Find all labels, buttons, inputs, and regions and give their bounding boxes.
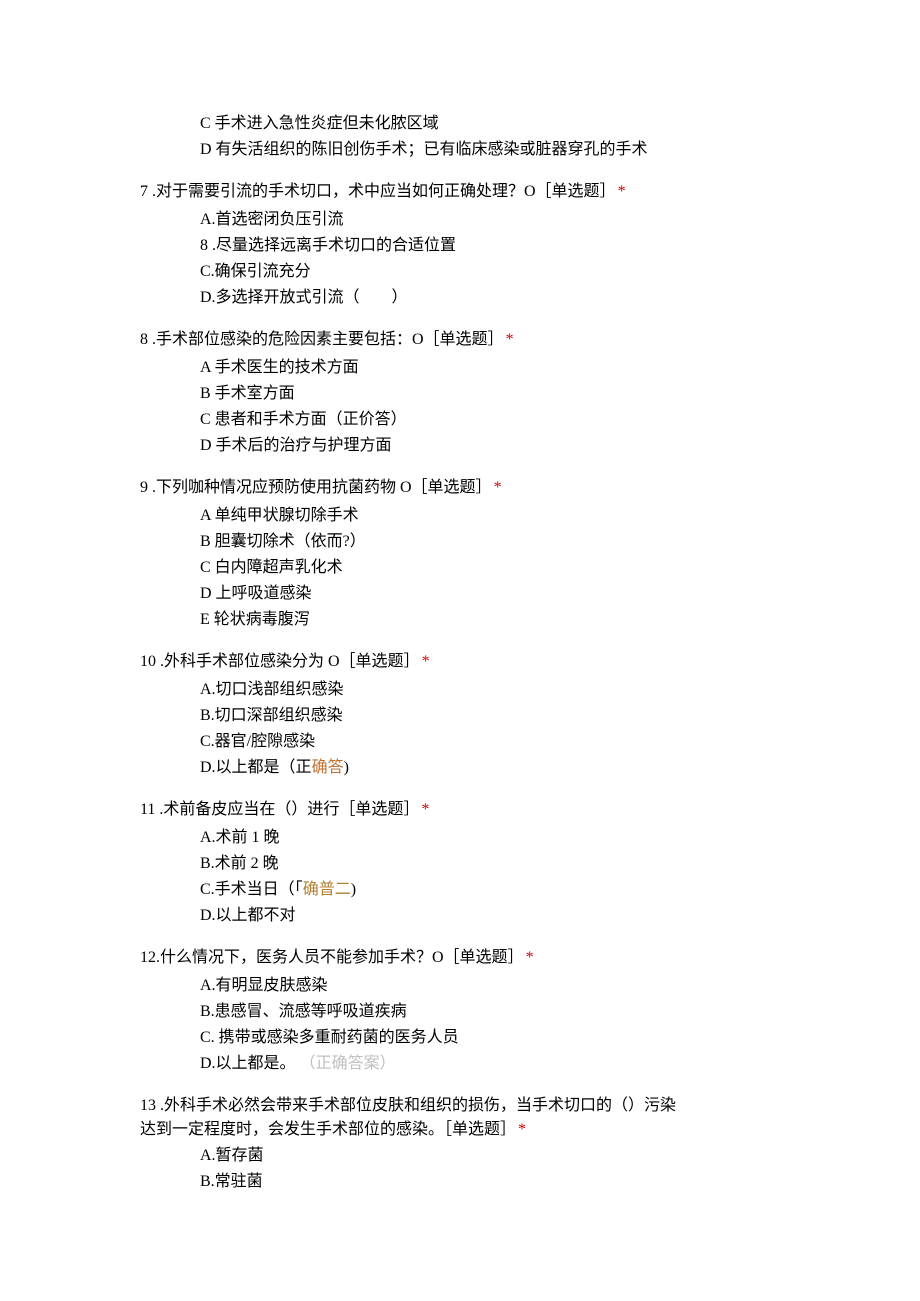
q7-option-8: 8 .尽量选择远离手术切口的合适位置 [140,234,780,258]
q10-option-a: A.切口浅部组织感染 [140,678,780,702]
q8-option-c: C 患者和手术方面（正价答） [140,408,780,432]
q12-option-d-prefix: D.以上都是。 [200,1055,296,1072]
q10-option-c: C.器官/腔隙感染 [140,730,780,754]
q7-option-a: A.首选密闭负压引流 [140,208,780,232]
q10-option-d: D.以上都是（正确答) [140,756,780,780]
asterisk-icon: * [422,653,430,670]
asterisk-icon: * [518,1121,526,1138]
q12-option-c: C. 携带或感染多重耐药菌的医务人员 [140,1026,780,1050]
q13-option-b: B.常驻菌 [140,1170,780,1194]
q9-option-e: E 轮状病毒腹泻 [140,608,780,632]
q13-stem-line2-text: 达到一定程度时，会发生手术部位的感染。［单选题］ [140,1121,516,1138]
q7-option-c: C.确保引流充分 [140,260,780,284]
q12-option-d-answer: （正确答案） [300,1055,396,1072]
q8-option-d: D 手术后的治疗与护理方面 [140,434,780,458]
q9-option-b: B 胆囊切除术（依而?） [140,530,780,554]
q7-stem: 7 .对于需要引流的手术切口，术中应当如何正确处理？O［单选题］* [140,180,780,204]
asterisk-icon: * [506,331,514,348]
q8-option-b: B 手术室方面 [140,382,780,406]
q10-stem-text: 10 .外科手术部位感染分为 O［单选题］ [140,653,420,670]
q13-block: 13 .外科手术必然会带来手术部位皮肤和组织的损伤，当手术切口的（）污染 达到一… [140,1094,780,1142]
asterisk-icon: * [421,801,429,818]
q7-option-d: D.多选择开放式引流（ ） [140,286,780,310]
q9-stem-text: 9 .下列咖种情况应预防使用抗菌药物 O［单选题］ [140,479,492,496]
asterisk-icon: * [526,949,534,966]
q9-stem: 9 .下列咖种情况应预防使用抗菌药物 O［单选题］* [140,476,780,500]
q13-stem-line1: 13 .外科手术必然会带来手术部位皮肤和组织的损伤，当手术切口的（）污染 [140,1094,780,1118]
q9-option-c: C 白内障超声乳化术 [140,556,780,580]
q10-option-d-suffix: ) [344,759,349,776]
q10-stem: 10 .外科手术部位感染分为 O［单选题］* [140,650,780,674]
q6-option-d: D 有失活组织的陈旧创伤手术；已有临床感染或脏器穿孔的手术 [140,138,780,162]
q10-option-d-answer: 确答 [312,759,344,776]
document-page: C 手术进入急性炎症但未化脓区域 D 有失活组织的陈旧创伤手术；已有临床感染或脏… [0,0,920,1301]
q12-option-d: D.以上都是。 （正确答案） [140,1052,780,1076]
asterisk-icon: * [494,479,502,496]
q13-option-a: A.暂存菌 [140,1144,780,1168]
q11-option-b: B.术前 2 晚 [140,852,780,876]
q10-option-b: B.切口深部组织感染 [140,704,780,728]
q9-option-d: D 上呼吸道感染 [140,582,780,606]
q11-option-c-prefix: C.手术当日（「 [200,881,303,898]
q8-option-a: A 手术医生的技术方面 [140,356,780,380]
q11-option-c: C.手术当日（「确普二) [140,878,780,902]
q9-option-a: A 单纯甲状腺切除手术 [140,504,780,528]
q12-option-b: B.患感冒、流感等呼吸道疾病 [140,1000,780,1024]
q6-option-c: C 手术进入急性炎症但未化脓区域 [140,112,780,136]
q13-stem-line2: 达到一定程度时，会发生手术部位的感染。［单选题］* [140,1118,780,1142]
q7-stem-text: 7 .对于需要引流的手术切口，术中应当如何正确处理？O［单选题］ [140,183,616,200]
q8-stem-text: 8 .手术部位感染的危险因素主要包括：O［单选题］ [140,331,504,348]
asterisk-icon: * [618,183,626,200]
q11-option-a: A.术前 1 晚 [140,826,780,850]
q11-stem-text: 11 .术前备皮应当在（）进行［单选题］ [140,801,419,818]
q11-option-d: D.以上都不对 [140,904,780,928]
q8-stem: 8 .手术部位感染的危险因素主要包括：O［单选题］* [140,328,780,352]
q11-stem: 11 .术前备皮应当在（）进行［单选题］* [140,798,780,822]
q12-stem: 12.什么情况下，医务人员不能参加手术？O［单选题］* [140,946,780,970]
q11-option-c-answer: 确普二 [303,881,351,898]
q10-option-d-prefix: D.以上都是（正 [200,759,312,776]
q11-option-c-suffix: ) [351,881,356,898]
q12-option-a: A.有明显皮肤感染 [140,974,780,998]
q12-stem-text: 12.什么情况下，医务人员不能参加手术？O［单选题］ [140,949,524,966]
